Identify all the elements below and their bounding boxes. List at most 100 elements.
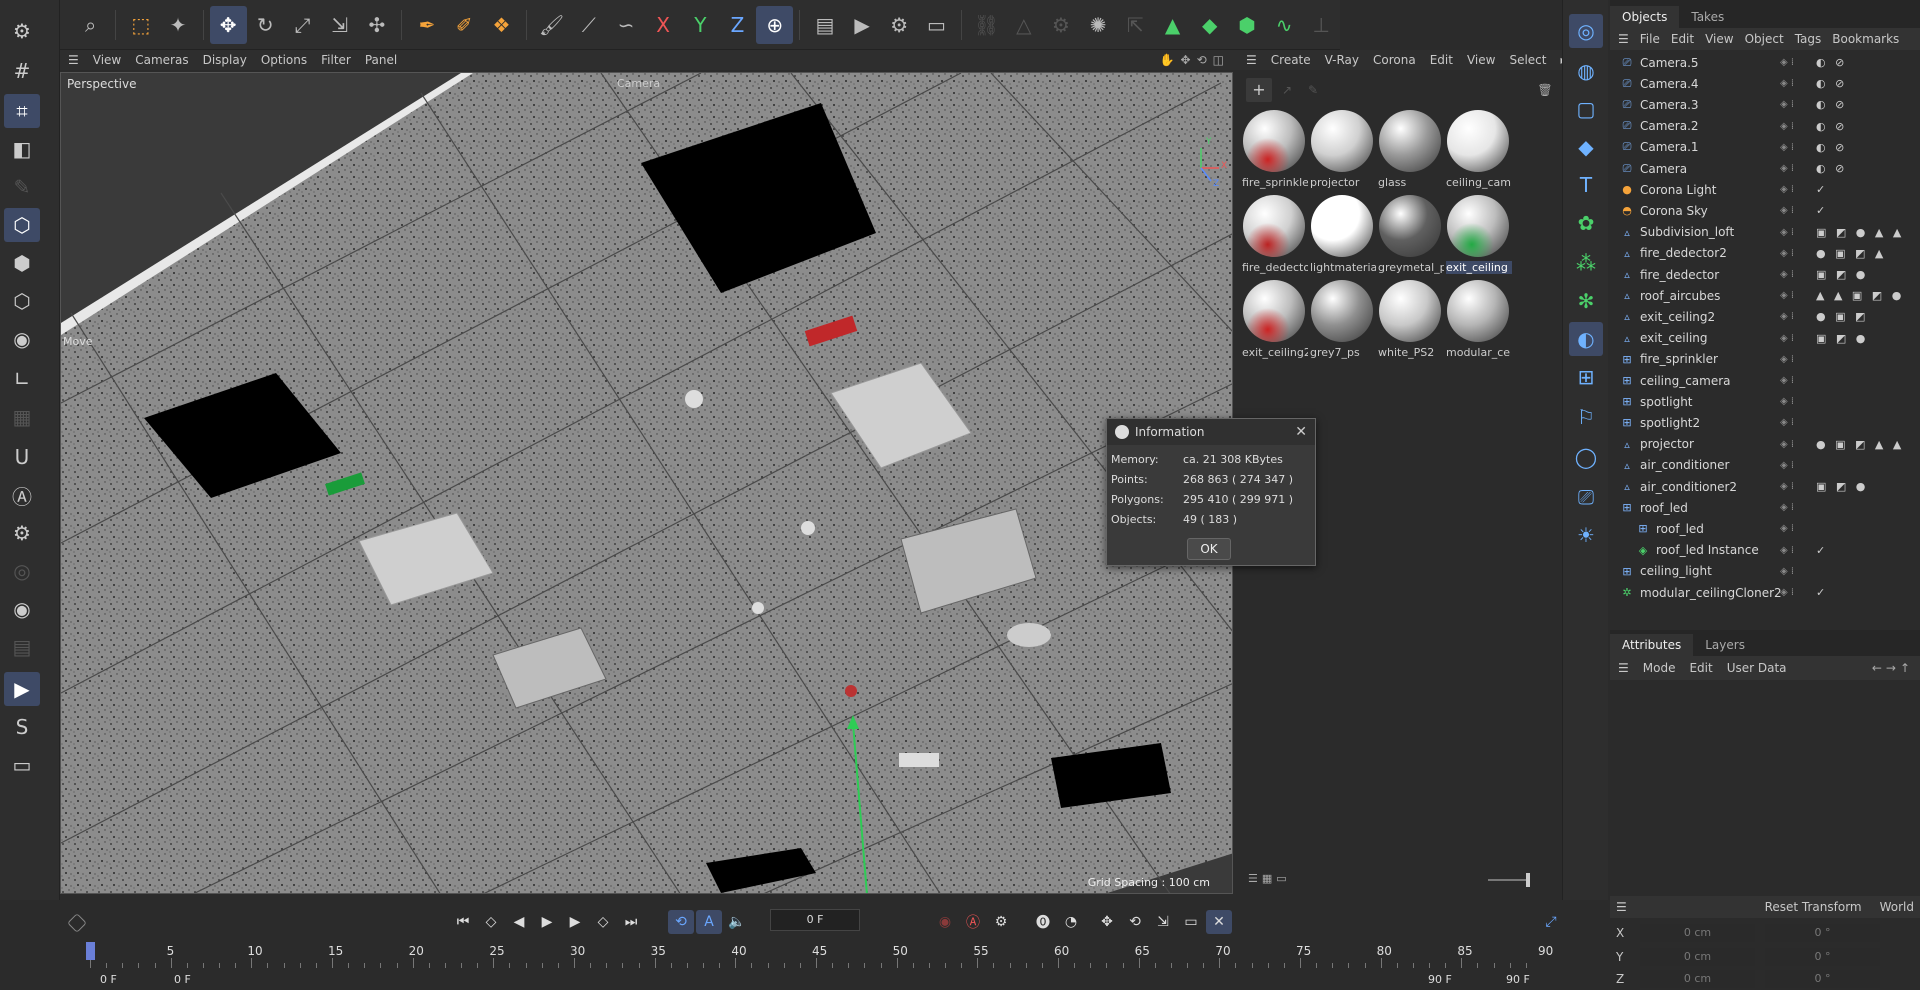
object-row[interactable]: ⎚ Camera.1 ◈ ⁞ ◐ ⊘ bbox=[1610, 137, 1920, 158]
play-icon[interactable]: ▶ bbox=[534, 910, 560, 934]
object-row[interactable]: ⎚ Camera ◈ ⁞ ◐ ⊘ bbox=[1610, 158, 1920, 179]
material-swatch[interactable]: exit_ceiling bbox=[1446, 195, 1512, 279]
light-icon[interactable]: ☀ bbox=[1569, 518, 1603, 552]
object-tags[interactable]: ✓ bbox=[1816, 544, 1828, 557]
viewport-menu-display[interactable]: Display bbox=[203, 53, 247, 67]
target-icon[interactable]: ◎ bbox=[4, 554, 40, 588]
live-select-icon[interactable]: ✦ bbox=[159, 6, 196, 44]
nav-arrows-icon[interactable]: ←→↑ bbox=[1872, 661, 1914, 675]
timeline-expand-icon[interactable]: ⤢ bbox=[1538, 910, 1564, 934]
go-to-end-icon[interactable]: ⏭ bbox=[618, 910, 644, 934]
axis-icon[interactable]: ⊥ bbox=[1303, 6, 1340, 44]
viewport-camera-label[interactable]: Camera bbox=[617, 77, 660, 90]
model-mode-icon[interactable]: ◧ bbox=[4, 132, 40, 166]
position-x-field[interactable]: 0 cm bbox=[1640, 924, 1755, 942]
object-row[interactable]: ⊞ ceiling_light ◈ ⁞ bbox=[1610, 561, 1920, 582]
deformer-icon[interactable]: ∿ bbox=[1266, 6, 1303, 44]
spline-sketch-icon[interactable]: ✐ bbox=[446, 6, 483, 44]
visibility-flags-icon[interactable]: ◈ ⁞ bbox=[1780, 375, 1794, 386]
trash-icon[interactable]: 🗑 bbox=[1535, 80, 1555, 100]
object-name[interactable]: Camera.3 bbox=[1640, 98, 1790, 112]
visibility-flags-icon[interactable]: ◈ ⁞ bbox=[1780, 57, 1794, 68]
material-swatch[interactable]: greymetal_p bbox=[1378, 195, 1444, 279]
s-logo-icon[interactable]: S bbox=[4, 710, 40, 744]
menu-icon[interactable]: ☰ bbox=[1618, 32, 1629, 46]
object-row[interactable]: ⎚ Camera.4 ◈ ⁞ ◐ ⊘ bbox=[1610, 73, 1920, 94]
object-tags[interactable]: ● ▣ ◩ ▲ bbox=[1816, 247, 1886, 260]
cube-icon[interactable]: ⬢ bbox=[1228, 6, 1265, 44]
material-swatch[interactable]: modular_ce bbox=[1446, 280, 1510, 364]
object-row[interactable]: ▵ projector ◈ ⁞ ● ▣ ◩ ▲ ▲ bbox=[1610, 434, 1920, 455]
eye-icon[interactable]: ◉ bbox=[4, 592, 40, 626]
material-menu-create[interactable]: Create bbox=[1271, 53, 1311, 67]
material-swatch[interactable]: grey7_ps bbox=[1310, 280, 1374, 364]
layer-icon[interactable]: ▤ bbox=[4, 630, 40, 664]
object-tags[interactable]: ▲ ▲ ▣ ◩ ● bbox=[1816, 289, 1904, 302]
object-tags[interactable]: ✓ bbox=[1816, 204, 1828, 217]
object-row[interactable]: ◓ Corona Sky ◈ ⁞ ✓ bbox=[1610, 200, 1920, 221]
visibility-flags-icon[interactable]: ◈ ⁞ bbox=[1780, 163, 1794, 174]
key-settings-icon[interactable]: ⚙ bbox=[988, 910, 1014, 934]
viewport-3d[interactable]: Perspective Camera Move Y X Z Grid Spaci… bbox=[60, 72, 1233, 894]
key-rot-icon[interactable]: ◔ bbox=[1058, 910, 1084, 934]
texture-mode-icon[interactable]: ✎ bbox=[4, 170, 40, 204]
object-row[interactable]: ⊞ ceiling_camera ◈ ⁞ bbox=[1610, 370, 1920, 391]
autokey-icon[interactable]: Ⓐ bbox=[960, 910, 986, 934]
object-tags[interactable]: ✓ bbox=[1816, 586, 1828, 599]
folder-icon[interactable]: ▭ bbox=[4, 748, 40, 782]
position-z-field[interactable]: 0 cm bbox=[1640, 970, 1755, 988]
tab-takes[interactable]: Takes bbox=[1679, 6, 1736, 28]
visibility-flags-icon[interactable]: ◈ ⁞ bbox=[1780, 566, 1794, 577]
uv-mode-icon[interactable]: ◉ bbox=[4, 322, 40, 356]
object-name[interactable]: fire_sprinkler bbox=[1640, 352, 1790, 366]
object-row[interactable]: ⎚ Camera.3 ◈ ⁞ ◐ ⊘ bbox=[1610, 94, 1920, 115]
gear-icon[interactable]: ⚙ bbox=[4, 14, 40, 48]
object-row[interactable]: ▵ air_conditioner2 ◈ ⁞ ▣ ◩ ● bbox=[1610, 476, 1920, 497]
visibility-flags-icon[interactable]: ◈ ⁞ bbox=[1780, 205, 1794, 216]
timeline-ruler[interactable]: 051015202530354045505560657075808590 bbox=[60, 940, 1560, 970]
cloner-icon[interactable]: ⁂ bbox=[1569, 246, 1603, 280]
visibility-flags-icon[interactable]: ◈ ⁞ bbox=[1780, 396, 1794, 407]
scale-icon[interactable]: ⤢ bbox=[284, 6, 321, 44]
spline-nodes-icon[interactable]: ❖ bbox=[483, 6, 520, 44]
environment-icon[interactable]: ◯ bbox=[1569, 440, 1603, 474]
viewport-menu-panel[interactable]: Panel bbox=[365, 53, 397, 67]
object-name[interactable]: spotlight bbox=[1640, 395, 1790, 409]
previous-frame-icon[interactable]: ◀ bbox=[506, 910, 532, 934]
material-swatch[interactable]: fire_dedecto bbox=[1242, 195, 1308, 279]
object-name[interactable]: Subdivision_loft bbox=[1640, 225, 1790, 239]
edit-icon[interactable]: ✎ bbox=[1300, 78, 1326, 102]
material-menu-vray[interactable]: V-Ray bbox=[1325, 53, 1359, 67]
object-name[interactable]: spotlight2 bbox=[1640, 416, 1790, 430]
loop-icon[interactable]: ⟲ bbox=[668, 910, 694, 934]
object-name[interactable]: air_conditioner2 bbox=[1640, 480, 1790, 494]
point-mode-icon[interactable]: ⬡ bbox=[4, 284, 40, 318]
timeline-tools-icon[interactable]: ✕ bbox=[1206, 910, 1232, 934]
viewport-nav-icons[interactable]: ✋✥⟲◫ bbox=[1160, 53, 1230, 67]
object-row[interactable]: ▵ air_conditioner ◈ ⁞ bbox=[1610, 455, 1920, 476]
coordinate-system-icon[interactable]: ⊕ bbox=[756, 5, 794, 44]
render-queue-icon[interactable]: ▭ bbox=[918, 6, 955, 44]
object-row[interactable]: ✲ modular_ceilingCloner2 ◈ ⁞ ✓ bbox=[1610, 582, 1920, 603]
snap-grid-icon[interactable]: ⌗ bbox=[4, 94, 40, 128]
visibility-flags-icon[interactable]: ◈ ⁞ bbox=[1780, 248, 1794, 259]
visibility-flags-icon[interactable]: ◈ ⁞ bbox=[1780, 354, 1794, 365]
objects-menu-bookmarks[interactable]: Bookmarks bbox=[1832, 32, 1899, 46]
object-row[interactable]: ⊞ roof_led ◈ ⁞ bbox=[1610, 497, 1920, 518]
rotation-z-field[interactable]: 0 ° bbox=[1765, 970, 1880, 988]
rotation-x-field[interactable]: 0 ° bbox=[1765, 924, 1880, 942]
material-swatch[interactable]: exit_ceiling2 bbox=[1242, 280, 1308, 364]
attributes-menu-mode[interactable]: Mode bbox=[1643, 661, 1676, 675]
object-tags[interactable]: ◐ ⊘ bbox=[1816, 162, 1847, 175]
material-menu-corona[interactable]: Corona bbox=[1373, 53, 1416, 67]
visibility-flags-icon[interactable]: ◈ ⁞ bbox=[1780, 545, 1794, 556]
zoom-slider[interactable] bbox=[1488, 879, 1528, 881]
object-name[interactable]: roof_led bbox=[1640, 501, 1790, 515]
attributes-menu-user-data[interactable]: User Data bbox=[1727, 661, 1787, 675]
visibility-flags-icon[interactable]: ◈ ⁞ bbox=[1780, 417, 1794, 428]
object-name[interactable]: Camera.2 bbox=[1640, 119, 1790, 133]
close-icon[interactable]: ✕ bbox=[1295, 424, 1307, 440]
visibility-flags-icon[interactable]: ◈ ⁞ bbox=[1780, 227, 1794, 238]
triangle-icon[interactable]: △ bbox=[1005, 6, 1042, 44]
visibility-flags-icon[interactable]: ◈ ⁞ bbox=[1780, 333, 1794, 344]
